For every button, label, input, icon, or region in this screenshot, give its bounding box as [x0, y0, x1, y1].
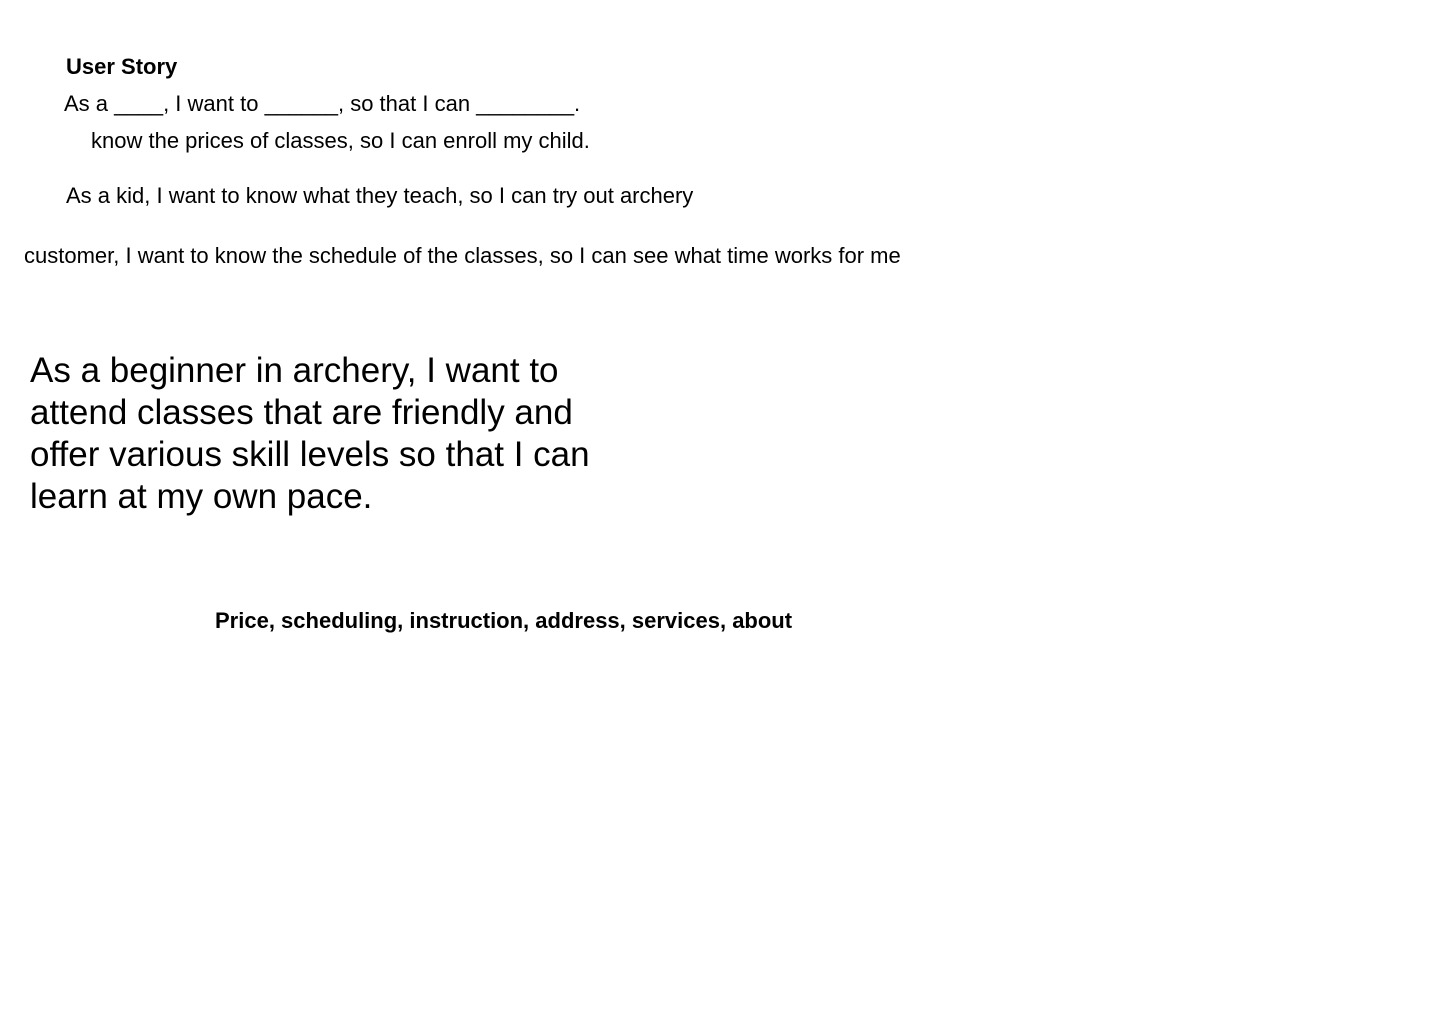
- page-heading: User Story: [66, 54, 178, 79]
- user-story-beginner: As a beginner in archery, I want to atte…: [30, 351, 590, 516]
- user-story-template: As a ____, I want to ______, so that I c…: [64, 91, 581, 116]
- feature-keywords: Price, scheduling, instruction, address,…: [215, 608, 793, 633]
- user-story-kid: As a kid, I want to know what they teach…: [66, 183, 694, 208]
- user-story-customer: customer, I want to know the schedule of…: [24, 243, 901, 268]
- document-canvas: User Story As a ____, I want to ______, …: [0, 0, 1440, 1024]
- user-story-parent: know the prices of classes, so I can enr…: [91, 128, 590, 153]
